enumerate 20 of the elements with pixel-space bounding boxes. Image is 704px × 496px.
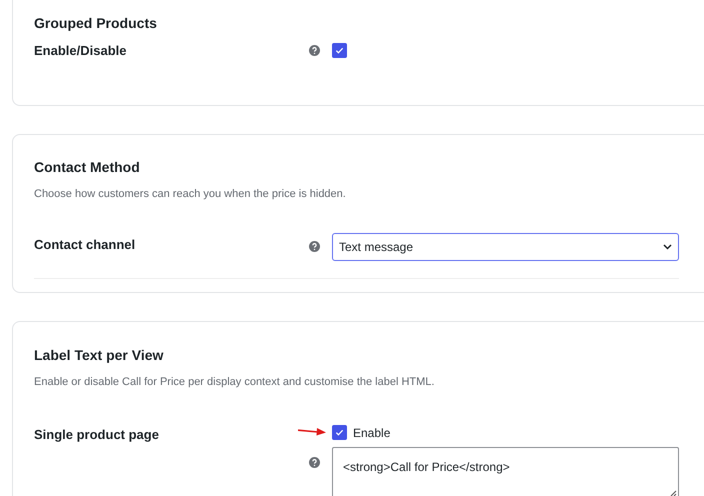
contact-channel-select[interactable]: Text message bbox=[332, 232, 679, 260]
check-icon bbox=[335, 46, 344, 56]
resize-handle-icon bbox=[670, 490, 677, 496]
help-icon bbox=[309, 240, 320, 252]
checkbox-label: Enable bbox=[353, 424, 390, 442]
section-description: Choose how customers can reach you when the price is hidden. bbox=[34, 187, 347, 202]
help-icon bbox=[309, 456, 320, 468]
field-label: Single product page bbox=[34, 426, 160, 444]
section-title: Contact Method bbox=[34, 158, 141, 177]
section-title: Label Text per View bbox=[34, 346, 164, 365]
field-label: Contact channel bbox=[34, 236, 136, 254]
section-title: Grouped Products bbox=[34, 14, 158, 33]
label-html-field[interactable]: <strong>Call for Price</strong> bbox=[332, 446, 679, 496]
checkbox[interactable] bbox=[332, 425, 347, 440]
check-icon bbox=[335, 428, 344, 437]
help-icon bbox=[309, 45, 320, 56]
chevron-down-icon bbox=[663, 244, 672, 250]
field-label: Enable/Disable bbox=[34, 42, 128, 60]
checkbox[interactable] bbox=[332, 43, 347, 58]
section-description: Enable or disable Call for Price per display context and customise the label HTML. bbox=[34, 375, 436, 390]
